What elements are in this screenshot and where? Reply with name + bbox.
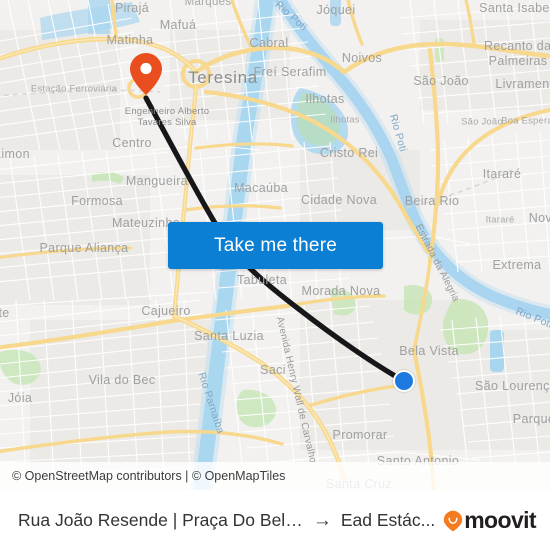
- moovit-logo[interactable]: moovit: [443, 507, 537, 533]
- map-canvas[interactable]: Pirajá Mafuá Marquês Jóquei Santa Isabel Mati…: [0, 0, 550, 490]
- map-attribution: © OpenStreetMap contributors | © OpenMap…: [0, 462, 550, 490]
- route-destination-label: Ead Estác...: [340, 510, 436, 530]
- route-origin-label: Rua João Resende | Praça Do Bela Vis...: [18, 510, 304, 530]
- moovit-wordmark: moovit: [464, 507, 536, 533]
- origin-pin-icon[interactable]: [129, 52, 163, 96]
- arrow-right-icon: →: [312, 510, 332, 531]
- take-me-there-button[interactable]: Take me there: [168, 222, 383, 269]
- destination-dot-icon[interactable]: [393, 370, 415, 392]
- moovit-map-screen: Pirajá Mafuá Marquês Jóquei Santa Isabel Mati…: [0, 0, 550, 550]
- route-summary[interactable]: Rua João Resende | Praça Do Bela Vis... …: [18, 510, 435, 531]
- bottom-route-bar: Rua João Resende | Praça Do Bela Vis... …: [0, 490, 550, 550]
- moovit-pin-icon: [443, 510, 463, 532]
